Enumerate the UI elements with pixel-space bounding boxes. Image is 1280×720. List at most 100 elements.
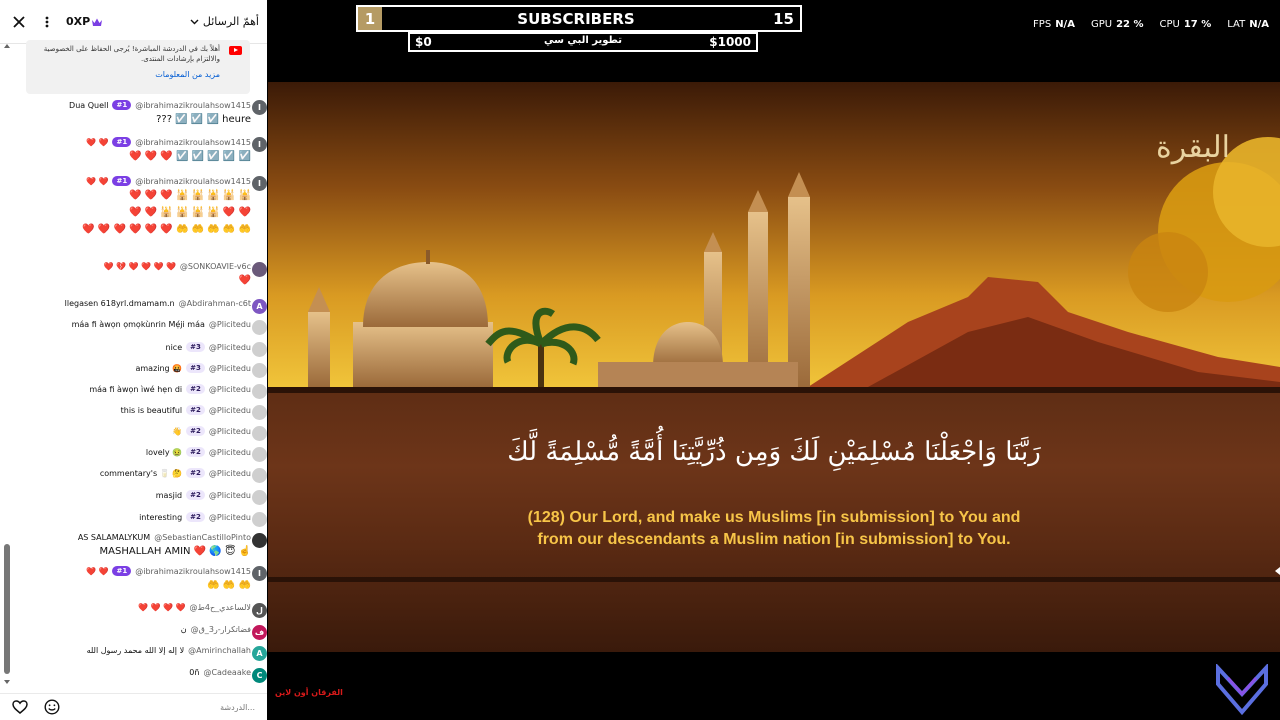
- author-name[interactable]: @ibrahimazikroulahsow1415: [135, 138, 251, 147]
- video-player[interactable]: البقرة رَبَّنَا وَاجْعَلْنَا مُسْلِمَيْن…: [268, 82, 1280, 652]
- rank-badge: #3: [186, 363, 205, 373]
- notice-more-link[interactable]: مزيد من المعلومات: [34, 70, 220, 80]
- chat-menu-button[interactable]: [36, 11, 58, 33]
- author-name[interactable]: @Abdirahman-c6t: [179, 299, 251, 308]
- xp-badge[interactable]: 0XP: [66, 15, 103, 28]
- notice-text: أهلاً بك في الدردشة المباشرة! يُرجى الحف…: [43, 45, 220, 63]
- author-name[interactable]: @فضاتكرار-ر3_ق: [191, 625, 251, 634]
- avatar[interactable]: [252, 342, 267, 357]
- avatar[interactable]: I: [252, 176, 267, 191]
- message-text: Dua Quell: [69, 100, 109, 110]
- chat-message: I @ibrahimazikroulahsow1415 #1 Dua Quell???…: [36, 100, 267, 127]
- chat-input-bar: [0, 693, 267, 720]
- author-name[interactable]: @Plicitedu: [209, 385, 251, 394]
- scrollbar-thumb[interactable]: [4, 544, 10, 674]
- chat-scrollbar[interactable]: [4, 44, 10, 684]
- avatar[interactable]: C: [252, 668, 267, 683]
- message-text: máa fi àwọn ọmọkùnrin Mẹ́ji máa: [71, 320, 205, 329]
- message-header: @ibrahimazikroulahsow1415 #1 Dua Quell: [36, 100, 251, 110]
- avatar[interactable]: I: [252, 100, 267, 115]
- author-name[interactable]: @لالساعدي_ح4ط: [190, 603, 251, 612]
- stat-gpu: GPU 22 %: [1090, 19, 1144, 30]
- avatar[interactable]: ل: [252, 603, 267, 618]
- avatar[interactable]: A: [252, 646, 267, 661]
- chat-message: ل @لالساعدي_ح4ط ❤️ ❤️ ❤️ ❤️: [36, 603, 267, 618]
- scroll-down-arrow-icon[interactable]: [4, 680, 10, 684]
- channel-logo: الفرقان أون لاين: [275, 688, 343, 697]
- close-icon: [13, 15, 25, 28]
- chat-message: I @ibrahimazikroulahsow1415 #1 ❤️ ❤️ ❤️ ❤️ ❤…: [36, 176, 267, 237]
- chevron-down-icon: [190, 19, 199, 24]
- avatar[interactable]: [252, 262, 267, 277]
- author-name[interactable]: @Amirinchallah: [188, 646, 251, 655]
- chat-notice: أهلاً بك في الدردشة المباشرة! يُرجى الحف…: [26, 40, 250, 94]
- chat-message: A @Amirinchallah لا إله إلا الله محمد رسول…: [36, 646, 267, 661]
- avatar[interactable]: [252, 447, 267, 462]
- avatar[interactable]: [252, 426, 267, 441]
- brand-logo-icon: [1216, 664, 1268, 716]
- avatar[interactable]: A: [252, 299, 267, 314]
- message-text: nice: [165, 342, 183, 352]
- avatar[interactable]: ف: [252, 625, 267, 640]
- message-text: interesting: [139, 512, 183, 522]
- message-header: @SONKOAVIE-v6c ❤️ 💔 ❤️ ❤️ ❤️ ❤️: [36, 262, 251, 271]
- avatar[interactable]: I: [252, 566, 267, 581]
- author-name[interactable]: @Plicitedu: [209, 320, 251, 329]
- panel-border-bottom: [268, 577, 1280, 582]
- message-text: commentary's 🥛 🤔: [99, 468, 183, 478]
- message-header: @Abdirahman-c6t llegasen 618yrl.dmamam.n: [36, 299, 251, 308]
- author-name[interactable]: @Plicitedu: [209, 427, 251, 436]
- close-chat-button[interactable]: [8, 11, 30, 33]
- avatar[interactable]: [252, 384, 267, 399]
- rank-badge: #2: [186, 490, 205, 500]
- subscriber-title: SUBSCRIBERS: [517, 9, 635, 28]
- chat-message-input[interactable]: [88, 698, 257, 716]
- author-name[interactable]: @Cadeaake: [203, 668, 251, 677]
- message-header: @ibrahimazikroulahsow1415 #1 ❤️ ❤️: [36, 176, 251, 186]
- author-name[interactable]: @ibrahimazikroulahsow1415: [135, 177, 251, 186]
- avatar[interactable]: [252, 363, 267, 378]
- chat-header: 0XP أهمّ الرسائل: [0, 0, 267, 44]
- author-name[interactable]: @ibrahimazikroulahsow1415: [135, 101, 251, 110]
- message-header: @Plicitedu #2 👋: [36, 426, 251, 436]
- avatar[interactable]: [252, 320, 267, 335]
- avatar[interactable]: [252, 405, 267, 420]
- avatar[interactable]: [252, 512, 267, 527]
- subscriber-count: 15: [773, 9, 794, 28]
- author-name[interactable]: @Plicitedu: [209, 469, 251, 478]
- message-text-continued: ❤️ ❤️ 🕌 🕌 🕌 🕌 ❤️ ❤️: [129, 207, 251, 218]
- message-text: AS SALAMALYKUM: [77, 533, 151, 542]
- message-header: @لالساعدي_ح4ط ❤️ ❤️ ❤️ ❤️: [36, 603, 251, 612]
- message-text: ن: [180, 625, 187, 634]
- avatar[interactable]: I: [252, 137, 267, 152]
- author-name[interactable]: @Plicitedu: [209, 406, 251, 415]
- author-name[interactable]: @SebastianCastilloPinto: [154, 533, 251, 542]
- subscriber-rank: 1: [358, 7, 382, 30]
- message-header: @ibrahimazikroulahsow1415 #1 ❤️ ❤️: [36, 137, 251, 147]
- message-text: ❤️ ❤️: [86, 176, 109, 186]
- author-name[interactable]: @ibrahimazikroulahsow1415: [135, 567, 251, 576]
- like-button[interactable]: [10, 697, 30, 717]
- rank-badge: #1: [112, 100, 132, 110]
- chat-mode-dropdown[interactable]: أهمّ الرسائل: [190, 15, 259, 28]
- avatar[interactable]: [252, 468, 267, 483]
- xp-value: 0XP: [66, 15, 91, 28]
- surah-title: البقرة: [1156, 130, 1230, 165]
- author-name[interactable]: @Plicitedu: [209, 491, 251, 500]
- message-header: @Plicitedu máa fi àwọn ọmọkùnrin Mẹ́ji má…: [36, 320, 251, 329]
- message-text: lovely 🤢: [145, 447, 183, 457]
- author-name[interactable]: @Plicitedu: [209, 448, 251, 457]
- message-text: masjid: [155, 490, 183, 500]
- message-header: @Cadeaake 0ñ: [36, 668, 251, 677]
- avatar[interactable]: [252, 533, 267, 548]
- author-name[interactable]: @SONKOAVIE-v6c: [180, 262, 251, 271]
- message-header: @Plicitedu #2 this is beautiful: [36, 405, 251, 415]
- verse-translation: (128) Our Lord, and make us Muslims [in …: [268, 507, 1280, 551]
- author-name[interactable]: @Plicitedu: [209, 364, 251, 373]
- emoji-picker-button[interactable]: [42, 697, 62, 717]
- avatar[interactable]: [252, 490, 267, 505]
- chat-message: C @Cadeaake 0ñ: [36, 668, 267, 683]
- author-name[interactable]: @Plicitedu: [209, 513, 251, 522]
- scroll-up-arrow-icon[interactable]: [4, 44, 10, 48]
- author-name[interactable]: @Plicitedu: [209, 343, 251, 352]
